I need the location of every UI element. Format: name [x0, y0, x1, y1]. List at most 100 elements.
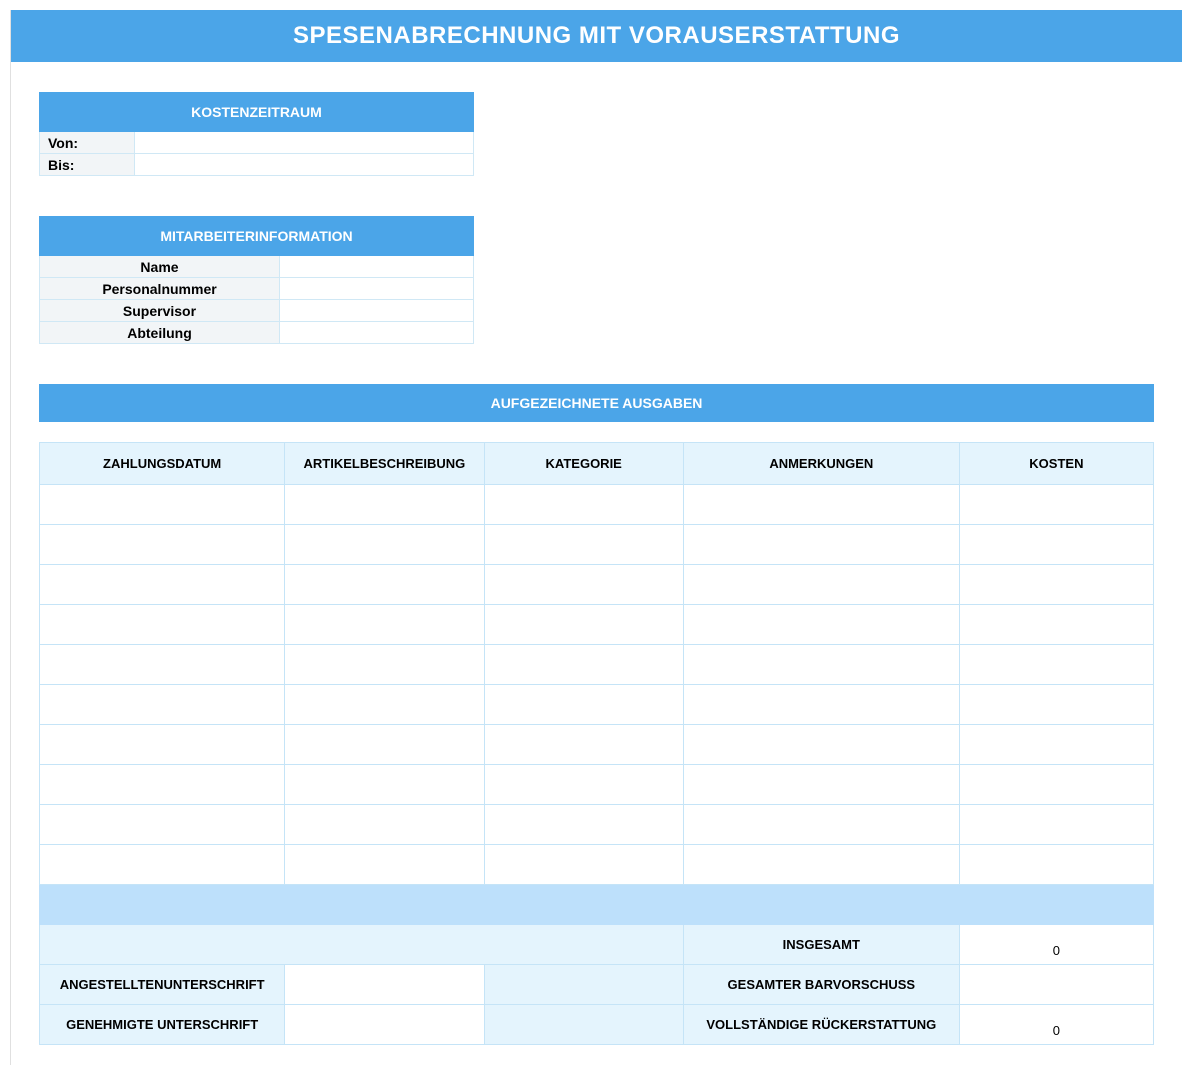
expense-row — [40, 685, 1154, 725]
sig-empty2 — [484, 1005, 683, 1045]
expense-cost-input[interactable] — [959, 645, 1153, 685]
expense-cat-input[interactable] — [484, 765, 683, 805]
expense-cat-input[interactable] — [484, 725, 683, 765]
expense-cost-input[interactable] — [959, 565, 1153, 605]
expense-notes-input[interactable] — [683, 805, 959, 845]
employee-name-row: Name — [40, 256, 474, 278]
advance-label: GESAMTER BARVORSCHUSS — [683, 965, 959, 1005]
content-area: KOSTENZEITRAUM Von: Bis: MITARBEITERINFO… — [11, 62, 1182, 1045]
employee-supervisor-input[interactable] — [280, 300, 474, 322]
expense-cost-input[interactable] — [959, 485, 1153, 525]
expense-cost-input[interactable] — [959, 725, 1153, 765]
expense-desc-input[interactable] — [285, 805, 484, 845]
employee-department-input[interactable] — [280, 322, 474, 344]
approved-sig-input[interactable] — [285, 1005, 484, 1045]
expense-notes-input[interactable] — [683, 605, 959, 645]
employee-number-label: Personalnummer — [40, 278, 280, 300]
expense-date-input[interactable] — [40, 565, 285, 605]
cost-period-header: KOSTENZEITRAUM — [40, 93, 474, 132]
period-from-row: Von: — [40, 132, 474, 154]
expense-desc-input[interactable] — [285, 525, 484, 565]
expense-cost-input[interactable] — [959, 525, 1153, 565]
expense-date-input[interactable] — [40, 765, 285, 805]
expense-cost-input[interactable] — [959, 765, 1153, 805]
employee-department-row: Abteilung — [40, 322, 474, 344]
expense-date-input[interactable] — [40, 725, 285, 765]
employee-info-header: MITARBEITERINFORMATION — [40, 217, 474, 256]
expense-notes-input[interactable] — [683, 725, 959, 765]
cost-period-table: KOSTENZEITRAUM Von: Bis: — [39, 92, 474, 176]
employee-supervisor-row: Supervisor — [40, 300, 474, 322]
expense-notes-input[interactable] — [683, 485, 959, 525]
employee-info-table: MITARBEITERINFORMATION Name Personalnumm… — [39, 216, 474, 344]
total-value: 0 — [959, 925, 1153, 965]
advance-input[interactable] — [959, 965, 1153, 1005]
col-description-header: ARTIKELBESCHREIBUNG — [285, 443, 484, 485]
employee-number-row: Personalnummer — [40, 278, 474, 300]
expense-row — [40, 565, 1154, 605]
reimbursement-label: VOLLSTÄNDIGE RÜCKERSTATTUNG — [683, 1005, 959, 1045]
expense-table: ZAHLUNGSDATUM ARTIKELBESCHREIBUNG KATEGO… — [39, 442, 1154, 1045]
period-to-row: Bis: — [40, 154, 474, 176]
expense-date-input[interactable] — [40, 485, 285, 525]
expense-cat-input[interactable] — [484, 645, 683, 685]
expense-cat-input[interactable] — [484, 485, 683, 525]
expense-notes-input[interactable] — [683, 525, 959, 565]
total-row: INSGESAMT 0 — [40, 925, 1154, 965]
expense-date-input[interactable] — [40, 685, 285, 725]
expense-notes-input[interactable] — [683, 565, 959, 605]
expense-date-input[interactable] — [40, 805, 285, 845]
expense-cost-input[interactable] — [959, 605, 1153, 645]
expense-date-input[interactable] — [40, 605, 285, 645]
col-date-header: ZAHLUNGSDATUM — [40, 443, 285, 485]
expense-notes-input[interactable] — [683, 645, 959, 685]
expense-desc-input[interactable] — [285, 765, 484, 805]
expense-cat-input[interactable] — [484, 605, 683, 645]
expense-desc-input[interactable] — [285, 645, 484, 685]
page-title: SPESENABRECHNUNG MIT VORAUSERSTATTUNG — [11, 10, 1182, 62]
expense-cost-input[interactable] — [959, 845, 1153, 885]
expense-date-input[interactable] — [40, 845, 285, 885]
expense-row — [40, 765, 1154, 805]
expense-desc-input[interactable] — [285, 845, 484, 885]
expense-cat-input[interactable] — [484, 845, 683, 885]
employee-name-label: Name — [40, 256, 280, 278]
expense-cost-input[interactable] — [959, 805, 1153, 845]
expense-row — [40, 645, 1154, 685]
expense-header-row: ZAHLUNGSDATUM ARTIKELBESCHREIBUNG KATEGO… — [40, 443, 1154, 485]
expense-row — [40, 805, 1154, 845]
expense-cat-input[interactable] — [484, 565, 683, 605]
expense-cat-input[interactable] — [484, 685, 683, 725]
sig-empty — [484, 965, 683, 1005]
total-label: INSGESAMT — [683, 925, 959, 965]
expense-notes-input[interactable] — [683, 765, 959, 805]
expense-cat-input[interactable] — [484, 805, 683, 845]
col-notes-header: ANMERKUNGEN — [683, 443, 959, 485]
expense-row — [40, 485, 1154, 525]
col-cost-header: KOSTEN — [959, 443, 1153, 485]
expense-notes-input[interactable] — [683, 685, 959, 725]
expense-row — [40, 845, 1154, 885]
employee-sig-label: ANGESTELLTENUNTERSCHRIFT — [40, 965, 285, 1005]
expense-date-input[interactable] — [40, 525, 285, 565]
employee-department-label: Abteilung — [40, 322, 280, 344]
expense-desc-input[interactable] — [285, 565, 484, 605]
expense-row — [40, 525, 1154, 565]
period-from-input[interactable] — [135, 132, 474, 154]
employee-name-input[interactable] — [280, 256, 474, 278]
employee-number-input[interactable] — [280, 278, 474, 300]
expense-cost-input[interactable] — [959, 685, 1153, 725]
expense-date-input[interactable] — [40, 645, 285, 685]
col-category-header: KATEGORIE — [484, 443, 683, 485]
employee-sig-input[interactable] — [285, 965, 484, 1005]
expense-desc-input[interactable] — [285, 605, 484, 645]
employee-supervisor-label: Supervisor — [40, 300, 280, 322]
expense-desc-input[interactable] — [285, 485, 484, 525]
period-to-input[interactable] — [135, 154, 474, 176]
expense-cat-input[interactable] — [484, 525, 683, 565]
expense-notes-input[interactable] — [683, 845, 959, 885]
expense-desc-input[interactable] — [285, 725, 484, 765]
expense-row — [40, 725, 1154, 765]
expense-desc-input[interactable] — [285, 685, 484, 725]
approved-sig-label: GENEHMIGTE UNTERSCHRIFT — [40, 1005, 285, 1045]
